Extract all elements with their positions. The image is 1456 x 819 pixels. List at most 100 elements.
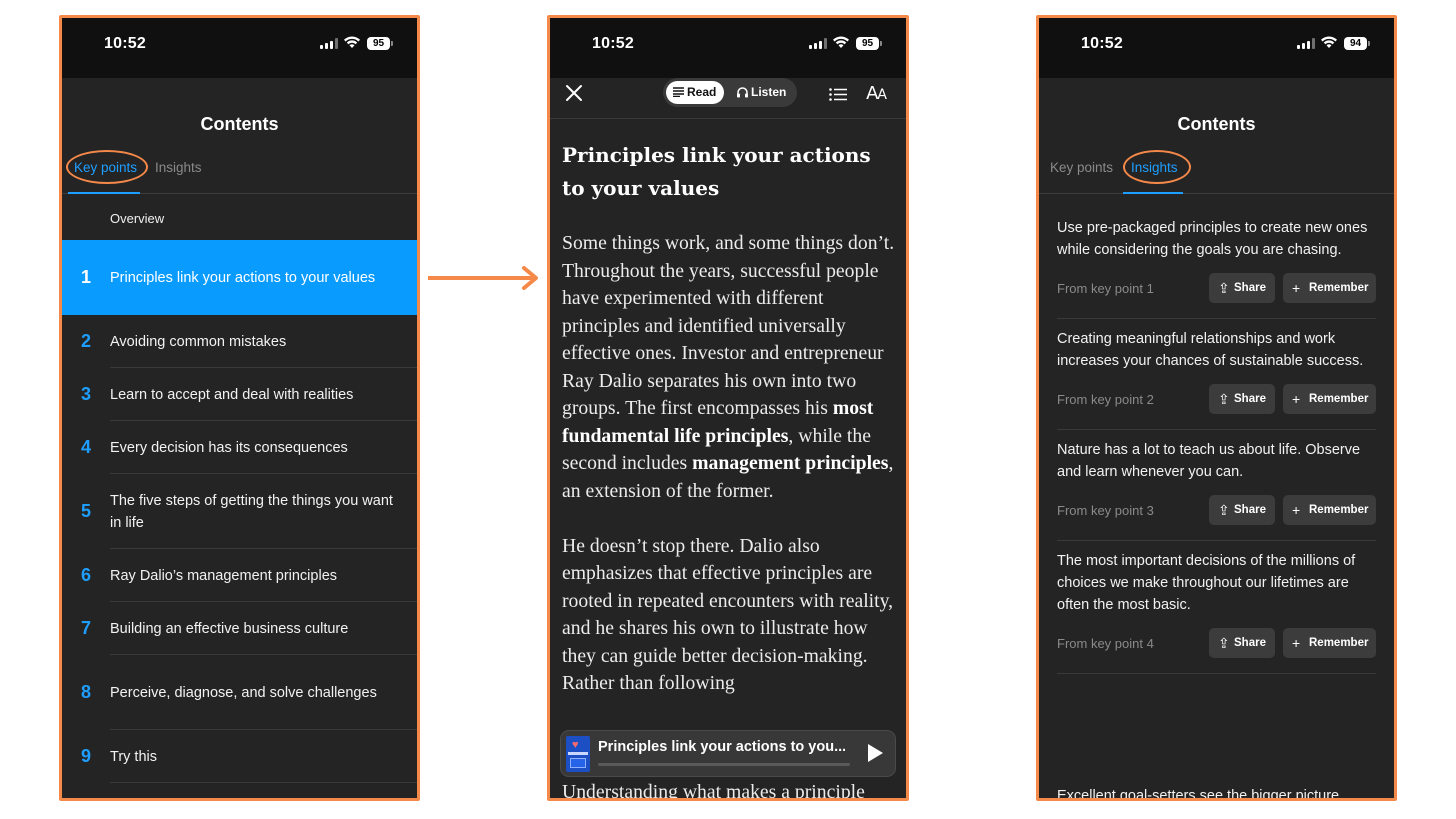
plus-icon: + <box>1292 502 1301 518</box>
insight-card: The most important decisions of the mill… <box>1057 541 1376 674</box>
key-point-label: Every decision has its consequences <box>110 439 348 456</box>
wifi-icon <box>833 36 849 48</box>
key-point-item-7[interactable]: 7 Building an effective business culture <box>62 602 417 655</box>
insight-footer: From key point 2 ⇪ Share + Remember <box>1057 384 1376 416</box>
key-point-label: Avoiding common mistakes <box>110 333 287 350</box>
article-paragraph-partial: Understanding what makes a principle <box>562 781 865 801</box>
key-point-number: 6 <box>80 565 91 585</box>
share-button[interactable]: ⇪ Share <box>1209 384 1275 414</box>
page-title: Contents <box>200 114 279 134</box>
key-point-item-9[interactable]: 9 Try this <box>62 730 417 783</box>
key-point-label: The five steps of getting the things you… <box>110 492 393 531</box>
key-point-item-4[interactable]: 4 Every decision has its consequences <box>62 421 417 474</box>
highlight-circle <box>1123 150 1191 184</box>
insights-screen: 10:52 94 Contents Key points Insights Us… <box>1036 15 1397 801</box>
signal-icon <box>1297 38 1315 49</box>
remember-label: Remember <box>1309 393 1369 405</box>
key-point-item-2[interactable]: 2 Avoiding common mistakes <box>62 315 417 368</box>
font-size-label-small: A <box>877 87 887 103</box>
insight-card: Use pre-packaged principles to create ne… <box>1057 208 1376 319</box>
plus-icon: + <box>1292 635 1301 651</box>
status-bar: 10:52 95 <box>550 18 906 78</box>
playback-progress[interactable] <box>598 763 850 766</box>
insight-text-partial: Excellent goal-setters see the bigger pi… <box>1057 788 1340 801</box>
insight-footer: From key point 4 ⇪ Share + Remember <box>1057 628 1376 660</box>
text-lines-icon <box>673 87 684 97</box>
key-point-number: 4 <box>80 437 91 457</box>
status-time: 10:52 <box>592 35 634 52</box>
insight-card: Nature has a lot to teach us about life.… <box>1057 430 1376 541</box>
key-point-item-1[interactable]: 1 Principles link your actions to your v… <box>62 240 417 315</box>
reader-toolbar: Read Listen AA <box>550 78 906 119</box>
book-cover: ♥ <box>566 736 590 772</box>
insight-source[interactable]: From key point 4 <box>1057 636 1154 651</box>
tab-active-indicator <box>1123 192 1183 194</box>
share-icon: ⇪ <box>1218 391 1230 407</box>
key-point-number: 5 <box>80 501 91 521</box>
plus-icon: + <box>1292 391 1301 407</box>
key-point-label: Principles link your actions to your val… <box>110 269 376 286</box>
key-point-item-5[interactable]: 5 The five steps of getting the things y… <box>62 474 417 549</box>
key-point-number: 8 <box>80 682 91 702</box>
insight-text: Nature has a lot to teach us about life.… <box>1057 442 1361 480</box>
key-point-number: 2 <box>80 331 91 351</box>
key-point-label: Learn to accept and deal with realities <box>110 386 354 403</box>
tab-insights[interactable]: Insights <box>155 160 202 175</box>
tab-key-points[interactable]: Key points <box>1050 160 1113 175</box>
plus-icon: + <box>1292 280 1301 296</box>
remember-button[interactable]: + Remember <box>1283 495 1376 525</box>
remember-label: Remember <box>1309 504 1369 516</box>
insight-text: Use pre-packaged principles to create ne… <box>1057 220 1368 258</box>
divider <box>110 782 417 783</box>
font-size-button[interactable]: AA <box>866 83 887 104</box>
page-title: Contents <box>1177 114 1256 134</box>
key-point-label: Building an effective business culture <box>110 620 349 637</box>
read-listen-toggle: Read Listen <box>663 78 797 107</box>
insight-text: Creating meaningful relationships and wo… <box>1057 331 1364 369</box>
key-point-number: 3 <box>80 384 91 404</box>
insight-text: The most important decisions of the mill… <box>1057 553 1356 613</box>
bold-text: management principles <box>692 452 889 474</box>
remember-label: Remember <box>1309 637 1369 649</box>
key-point-item-8[interactable]: 8 Perceive, diagnose, and solve challeng… <box>62 655 417 730</box>
insight-card: Creating meaningful relationships and wo… <box>1057 319 1376 430</box>
headphones-icon <box>737 87 748 98</box>
battery-icon: 95 <box>367 37 393 50</box>
key-points-list: 1 Principles link your actions to your v… <box>62 240 417 783</box>
overview-link[interactable]: Overview <box>110 211 164 226</box>
player-title: Principles link your actions to you... <box>598 739 845 755</box>
mini-player[interactable]: ♥ Principles link your actions to you... <box>560 730 896 777</box>
share-label: Share <box>1234 637 1266 649</box>
read-button[interactable]: Read <box>666 81 724 104</box>
key-point-number: 1 <box>80 267 91 287</box>
close-icon[interactable] <box>564 83 584 103</box>
share-button[interactable]: ⇪ Share <box>1209 495 1275 525</box>
list-icon[interactable] <box>829 88 847 101</box>
play-icon[interactable] <box>868 744 883 762</box>
insight-source[interactable]: From key point 1 <box>1057 281 1154 296</box>
status-time: 10:52 <box>104 35 146 52</box>
remember-button[interactable]: + Remember <box>1283 384 1376 414</box>
key-point-label: Perceive, diagnose, and solve challenges <box>110 684 377 701</box>
article-paragraph: He doesn’t stop there. Dalio also emphas… <box>562 534 894 695</box>
insight-source[interactable]: From key point 2 <box>1057 392 1154 407</box>
remember-button[interactable]: + Remember <box>1283 273 1376 303</box>
key-point-label: Ray Dalio’s management principles <box>110 567 338 584</box>
key-point-item-6[interactable]: 6 Ray Dalio’s management principles <box>62 549 417 602</box>
text-run: Some things work, and some things don’t.… <box>562 232 895 419</box>
remember-button[interactable]: + Remember <box>1283 628 1376 658</box>
insight-source[interactable]: From key point 3 <box>1057 503 1154 518</box>
share-label: Share <box>1234 282 1266 294</box>
signal-icon <box>809 38 827 49</box>
status-bar: 10:52 95 <box>62 18 417 78</box>
listen-button[interactable]: Listen <box>737 81 786 104</box>
key-point-item-3[interactable]: 3 Learn to accept and deal with realitie… <box>62 368 417 421</box>
share-label: Share <box>1234 393 1266 405</box>
share-icon: ⇪ <box>1218 280 1230 296</box>
status-bar: 10:52 94 <box>1039 18 1394 78</box>
share-button[interactable]: ⇪ Share <box>1209 273 1275 303</box>
share-button[interactable]: ⇪ Share <box>1209 628 1275 658</box>
share-icon: ⇪ <box>1218 502 1230 518</box>
heart-icon: ♥ <box>572 739 579 751</box>
font-size-label-large: A <box>866 83 878 104</box>
